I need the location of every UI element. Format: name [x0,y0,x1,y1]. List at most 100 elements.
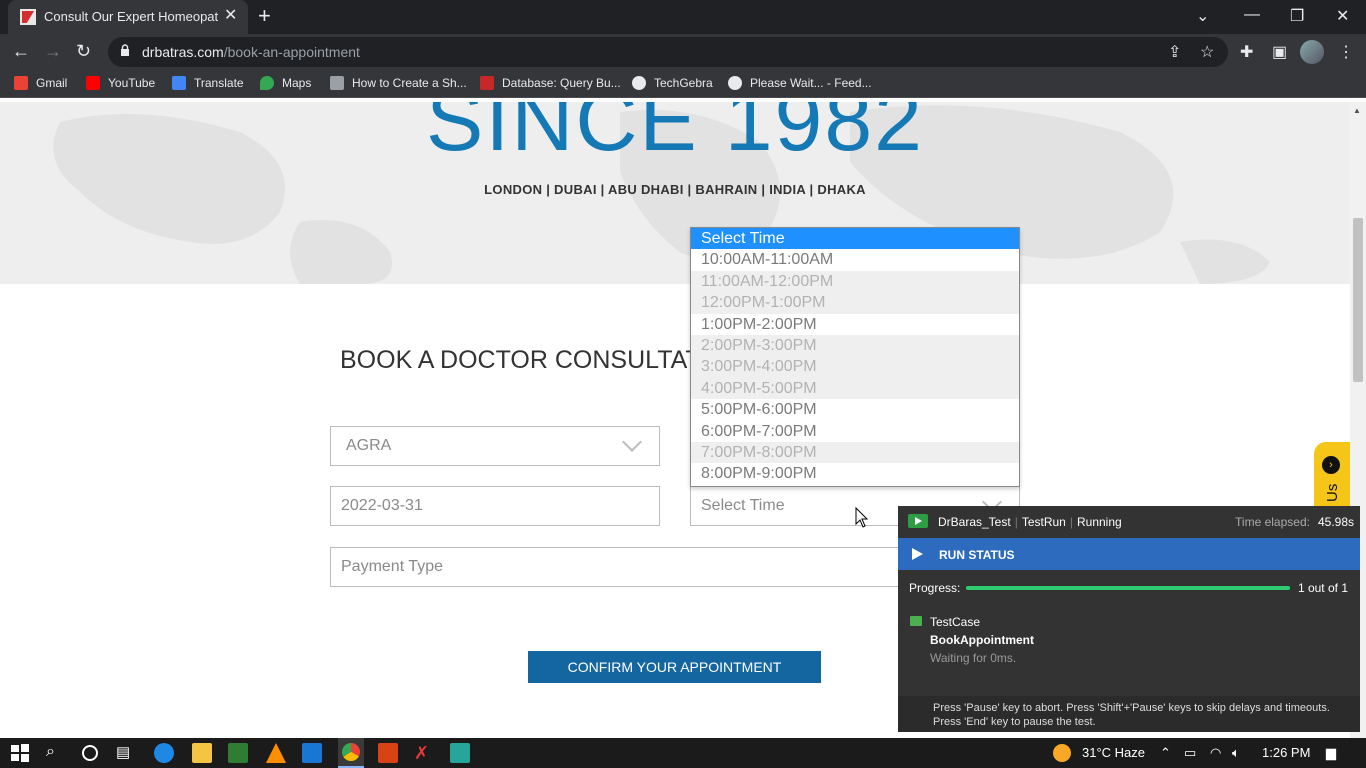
file-explorer-icon[interactable] [192,743,212,763]
browser-tab-strip: Consult Our Expert Homeopathy ✕ + ⌄ — ❐ … [0,0,1366,34]
restore-icon[interactable]: ❐ [1290,6,1304,26]
chrome-icon [342,743,360,761]
profile-avatar[interactable] [1300,40,1324,64]
youtube-icon [86,76,100,90]
progress-fill [966,586,1290,590]
wifi-icon[interactable]: ◠ [1210,745,1221,761]
run-status-label: RUN STATUS [939,548,1015,562]
testcase-label: TestCase [930,615,981,629]
time-option[interactable]: Select Time [691,228,1019,250]
scroll-up-icon[interactable]: ▲ [1353,106,1361,115]
battery-icon[interactable]: ▭ [1184,745,1196,761]
tab-search-icon[interactable]: ⌄ [1196,6,1209,26]
time-elapsed-value: 45.98s [1317,515,1354,529]
run-header: DrBaras_Test | TestRun | Running Time elapse… [898,506,1360,538]
city-select[interactable]: AGRA [330,426,660,466]
menu-kebab-icon[interactable]: ⋮ [1338,42,1354,62]
time-option: 2:00PM-3:00PM [691,334,1019,357]
tray-chevron-up-icon[interactable]: ⌃ [1160,745,1171,761]
search-icon[interactable]: ⌕ [46,743,66,763]
chevron-right-icon: › [1322,456,1340,474]
bookmark-please-wait[interactable]: Please Wait... - Feed... [728,76,872,90]
address-bar[interactable]: drbatras.com/book-an-appointment [108,37,1228,67]
time-option: 4:00PM-5:00PM [691,377,1019,400]
scrollbar-thumb[interactable] [1353,218,1363,382]
run-info: DrBaras_Test | TestRun | Running [938,515,1122,529]
form-title: BOOK A DOCTOR CONSULTATION [340,346,746,374]
cities-list: LONDON | DUBAI | ABU DHABI | BAHRAIN | I… [484,182,866,197]
time-select-value: Select Time [701,497,785,514]
globe-icon [632,76,646,90]
time-option[interactable]: 5:00PM-6:00PM [691,399,1019,420]
bookmark-database-query[interactable]: Database: Query Bu... [480,76,621,90]
time-option: 12:00PM-1:00PM [691,292,1019,314]
translate-icon [172,76,186,90]
progress-count: 1 out of 1 [1297,581,1348,595]
task-view-icon[interactable]: ▤ [116,743,136,763]
link-icon [330,76,344,90]
contact-tab-label: Us [1324,483,1341,502]
chrome-taskbar-button[interactable] [338,738,364,768]
browser-tab[interactable]: Consult Our Expert Homeopathy ✕ [8,0,248,34]
test-run-panel: DrBaras_Test | TestRun | Running Time elapse… [898,506,1360,732]
run-project: DrBaras_Test [938,515,1011,529]
share-icon[interactable]: ⇪ [1168,42,1181,62]
gmail-icon [14,76,28,90]
windows-start-icon[interactable] [10,743,30,763]
office-icon[interactable] [378,743,398,763]
volume-icon[interactable]: 🔈︎ [1232,745,1240,761]
time-option: 3:00PM-4:00PM [691,356,1019,378]
footer-hint-1: Press 'Pause' key to abort. Press 'Shift… [933,702,1330,714]
minimize-icon[interactable]: — [1244,6,1260,24]
notifications-icon[interactable]: ▆ [1326,745,1336,761]
windows-taskbar: ⌕ ▤ ✗ 31°C Haze ⌃ ▭ ◠ 🔈︎ 1:26 PM ▆ [0,738,1366,768]
bookmark-star-icon[interactable]: ☆ [1200,42,1214,62]
time-elapsed: Time elapsed: 45.98s [1235,515,1354,529]
run-status-bar[interactable]: RUN STATUS [898,538,1360,570]
back-icon[interactable]: ← [12,40,30,62]
xmind-icon[interactable]: ✗ [414,743,434,763]
feedback-icon [728,76,742,90]
testcase-name: BookAppointment [930,633,1034,647]
maps-icon [260,76,274,90]
bookmark-gmail[interactable]: Gmail [14,76,67,90]
progress-label: Progress: [909,581,961,595]
bookmark-maps[interactable]: Maps [260,76,311,90]
site-favicon-icon [20,9,36,25]
mail-icon[interactable] [302,743,322,763]
store-icon[interactable] [228,743,248,763]
browser-toolbar: ← → ↻ drbatras.com/book-an-appointment ⇪… [0,34,1366,70]
vlc-icon[interactable] [266,743,286,763]
tab-close-icon[interactable]: ✕ [224,7,237,25]
date-field[interactable]: 2022-03-31 [330,486,660,526]
run-play-icon [908,514,928,528]
reload-icon[interactable]: ↻ [76,40,91,62]
time-option[interactable]: 10:00AM-11:00AM [691,249,1019,270]
run-status-text: Running [1076,515,1122,529]
confirm-appointment-button[interactable]: CONFIRM YOUR APPOINTMENT [528,651,821,683]
side-panel-icon[interactable]: ▣ [1272,42,1287,62]
bookmark-how-to-create[interactable]: How to Create a Sh... [330,76,467,90]
bookmark-youtube[interactable]: YouTube [86,76,155,90]
forward-icon[interactable]: → [44,40,62,62]
since-heading: SINCE 1982 [425,102,925,169]
footer-hint-2: Press 'End' key to pause the test. [933,716,1096,728]
bookmark-techgebra[interactable]: TechGebra [632,76,713,90]
time-option[interactable]: 6:00PM-7:00PM [691,421,1019,442]
bookmark-translate[interactable]: Translate [172,76,244,90]
time-option[interactable]: 8:00PM-9:00PM [691,463,1019,484]
contact-us-tab[interactable]: › Us [1314,442,1350,512]
edge-icon[interactable] [154,743,174,763]
window-close-icon[interactable]: ✕ [1336,6,1349,26]
time-dropdown-list[interactable]: Select Time 10:00AM-11:00AM 11:00AM-12:00P… [690,227,1020,487]
time-option: 11:00AM-12:00PM [691,270,1019,293]
clock-time[interactable]: 1:26 PM [1262,745,1310,760]
time-option[interactable]: 1:00PM-2:00PM [691,314,1019,335]
extensions-icon[interactable]: ✚ [1240,42,1253,62]
cortana-icon[interactable] [80,743,100,763]
payment-type-placeholder: Payment Type [341,558,443,575]
weather-text[interactable]: 31°C Haze [1082,745,1145,760]
testcase-icon [910,616,922,626]
new-tab-icon[interactable]: + [258,4,271,28]
terminal-icon[interactable] [450,743,470,763]
